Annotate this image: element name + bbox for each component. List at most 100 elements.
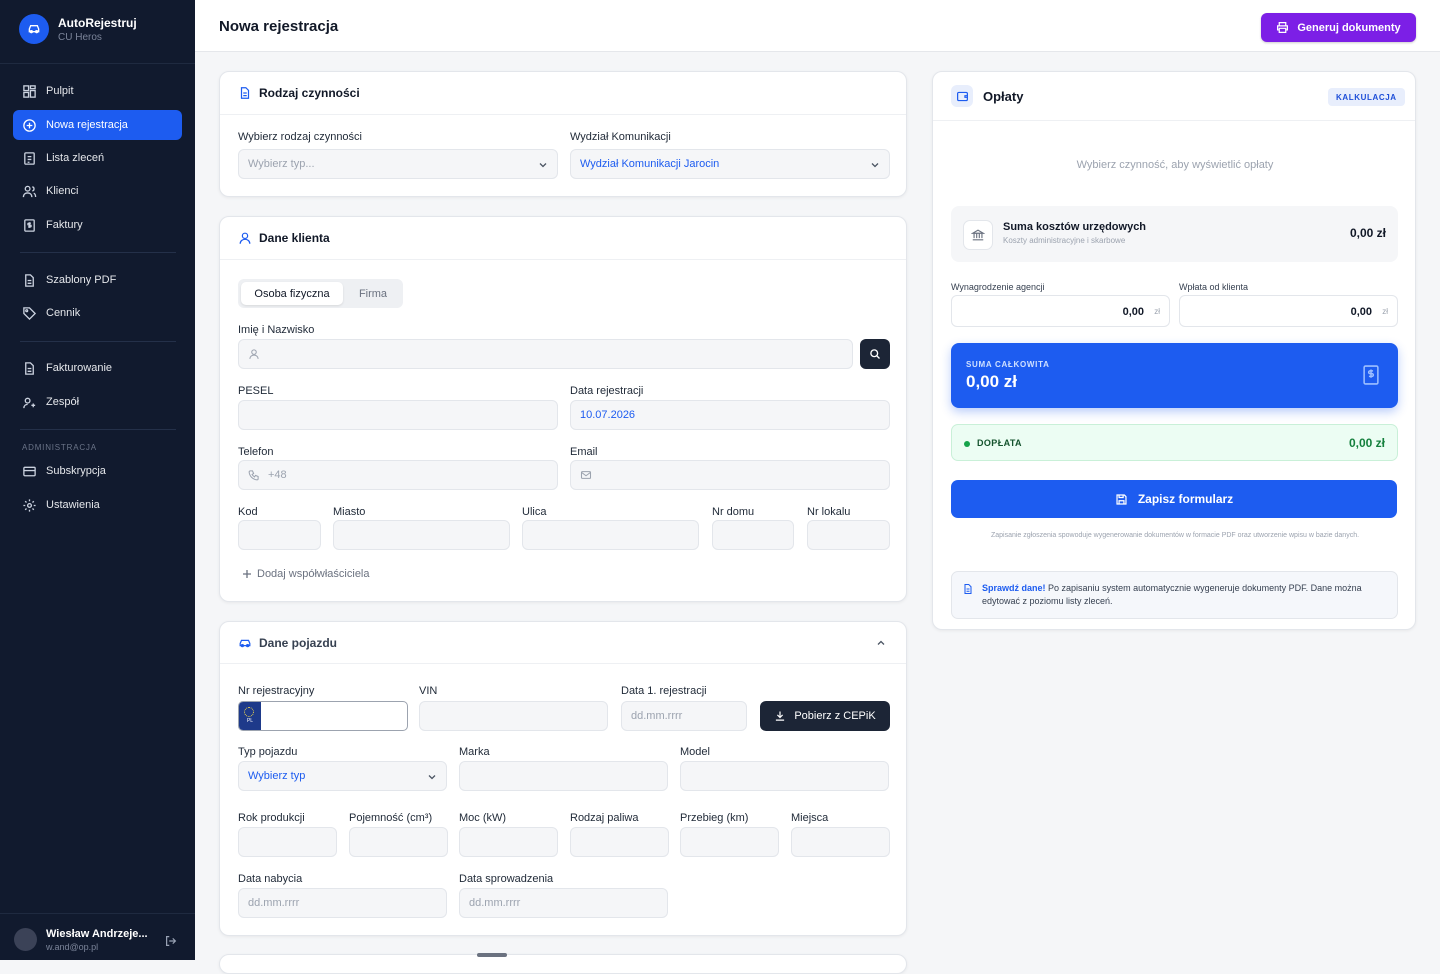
acquired-placeholder: dd.mm.rrrr xyxy=(248,897,300,909)
reg-date-field[interactable]: 10.07.2026 xyxy=(570,400,890,430)
fees-card: Opłaty KALKULACJA Wybierz czynność, aby … xyxy=(932,71,1416,630)
fuel-field[interactable] xyxy=(570,827,669,857)
sidebar-item-label: Fakturowanie xyxy=(46,362,113,374)
user-icon xyxy=(249,349,259,359)
import-field[interactable]: dd.mm.rrrr xyxy=(459,888,668,918)
info-title: Sprawdź dane! xyxy=(982,583,1046,593)
document-icon xyxy=(240,87,250,99)
model-field[interactable] xyxy=(680,761,889,791)
flat-label: Nr lokalu xyxy=(807,506,851,518)
car-icon xyxy=(239,639,251,647)
sidebar-item-faktury[interactable]: Faktury xyxy=(13,210,182,240)
phone-placeholder: +48 xyxy=(268,469,287,481)
tab-osoba-fizyczna[interactable]: Osoba fizyczna xyxy=(241,282,343,305)
pesel-field[interactable] xyxy=(238,400,558,430)
sidebar-item-subskrypcja[interactable]: Subskrypcja xyxy=(13,456,182,486)
sidebar-item-zespol[interactable]: Zespół xyxy=(13,387,182,417)
phone-field[interactable]: +48 xyxy=(238,460,558,490)
sidebar-item-ustawienia[interactable]: Ustawienia xyxy=(13,490,182,520)
bank-icon xyxy=(963,220,993,250)
office-label: Wydział Komunikacji xyxy=(570,131,671,143)
sidebar-item-nowa-rejestracja[interactable]: Nowa rejestracja xyxy=(13,110,182,140)
reg-no-label: Nr rejestracyjny xyxy=(238,685,315,697)
mileage-field[interactable] xyxy=(680,827,779,857)
info-text-block: Sprawdź dane! Po zapisaniu system automa… xyxy=(982,582,1387,608)
client-type-toggle: Osoba fizyczna Firma xyxy=(238,279,403,308)
vehicle-card: Dane pojazdu Nr rejestracyjny PL VIN Dat… xyxy=(219,621,907,936)
client-card: Dane klienta Osoba fizyczna Firma Imię i… xyxy=(219,216,907,602)
power-field[interactable] xyxy=(459,827,558,857)
sidebar-item-lista-zlecen[interactable]: Lista zleceń xyxy=(13,143,182,173)
wallet-icon xyxy=(951,85,973,107)
vehicle-card-header[interactable]: Dane pojazdu xyxy=(220,622,906,664)
mail-icon xyxy=(580,471,592,479)
client-card-header: Dane klienta xyxy=(220,217,906,260)
flat-field[interactable] xyxy=(807,520,890,550)
city-field[interactable] xyxy=(333,520,510,550)
receipt-icon xyxy=(1363,365,1379,385)
save-note: Zapisanie zgłoszenia spowoduje wygenerow… xyxy=(990,532,1360,539)
add-coowner-label: Dodaj współwłaściciela xyxy=(257,568,370,580)
plus-icon xyxy=(243,570,251,578)
gear-icon xyxy=(23,498,36,512)
official-costs-box: Suma kosztów urzędowych Koszty administr… xyxy=(951,206,1398,262)
search-client-button[interactable] xyxy=(860,339,890,369)
vehicle-type-select[interactable]: Wybierz typ xyxy=(238,761,447,791)
next-card-edge xyxy=(219,954,907,974)
first-reg-field[interactable]: dd.mm.rrrr xyxy=(621,701,747,731)
office-value: Wydział Komunikacji Jarocin xyxy=(580,158,720,170)
postcode-field[interactable] xyxy=(238,520,321,550)
add-coowner-button[interactable]: Dodaj współwłaściciela xyxy=(242,568,370,580)
fees-card-title: Opłaty xyxy=(983,88,1024,104)
seats-field[interactable] xyxy=(791,827,890,857)
phone-icon xyxy=(248,470,259,481)
model-label: Model xyxy=(680,746,710,758)
year-label: Rok produkcji xyxy=(238,812,305,824)
agency-fee-label: Wynagrodzenie agencji xyxy=(951,282,1045,292)
agency-fee-field[interactable]: 0,00 zł xyxy=(951,295,1170,327)
vehicle-type-value: Wybierz typ xyxy=(248,770,306,782)
generate-documents-button[interactable]: Generuj dokumenty xyxy=(1261,13,1416,42)
house-field[interactable] xyxy=(712,520,794,550)
street-field[interactable] xyxy=(522,520,699,550)
printer-icon xyxy=(1277,22,1289,33)
cepik-fetch-button[interactable]: Pobierz z CEPiK xyxy=(760,701,890,731)
total-sum-label: SUMA CAŁKOWITA xyxy=(966,360,1050,369)
sidebar-item-cennik[interactable]: Cennik xyxy=(13,298,182,328)
capacity-field[interactable] xyxy=(349,827,448,857)
year-field[interactable] xyxy=(238,827,337,857)
client-payment-field[interactable]: 0,00 zł xyxy=(1179,295,1398,327)
activity-card: Rodzaj czynności Wybierz rodzaj czynnośc… xyxy=(219,71,907,197)
vin-field[interactable] xyxy=(419,701,608,731)
sidebar-item-fakturowanie[interactable]: Fakturowanie xyxy=(13,353,182,383)
logout-icon[interactable] xyxy=(164,934,178,948)
office-select[interactable]: Wydział Komunikacji Jarocin xyxy=(570,149,890,179)
chevron-down-icon xyxy=(539,163,547,168)
tab-firma[interactable]: Firma xyxy=(346,282,400,305)
chevron-up-icon[interactable] xyxy=(876,638,886,648)
scroll-handle[interactable] xyxy=(477,953,507,957)
sidebar-item-klienci[interactable]: Klienci xyxy=(13,176,182,206)
vehicle-card-title: Dane pojazdu xyxy=(259,635,338,650)
save-form-label: Zapisz formularz xyxy=(1137,492,1234,506)
total-sum-value: 0,00 zł xyxy=(966,372,1018,391)
name-field[interactable] xyxy=(238,339,853,369)
seats-label: Miejsca xyxy=(791,812,829,824)
acquired-field[interactable]: dd.mm.rrrr xyxy=(238,888,447,918)
divider xyxy=(20,252,176,253)
official-costs-subtitle: Koszty administracyjne i skarbowe xyxy=(1003,236,1126,245)
cepik-fetch-label: Pobierz z CEPiK xyxy=(794,710,876,722)
file-icon xyxy=(25,273,34,287)
sidebar-item-pulpit[interactable]: Pulpit xyxy=(13,76,182,106)
sidebar-item-szablony-pdf[interactable]: Szablony PDF xyxy=(13,265,182,295)
sidebar-item-label: Ustawienia xyxy=(46,499,100,511)
email-field[interactable] xyxy=(570,460,890,490)
brand-field[interactable] xyxy=(459,761,668,791)
reg-no-field[interactable]: PL xyxy=(238,701,408,731)
plate-country: PL xyxy=(246,718,254,724)
extra-payment-box: DOPŁATA 0,00 zł xyxy=(951,424,1398,461)
total-sum-box: SUMA CAŁKOWITA 0,00 zł xyxy=(951,343,1398,408)
activity-type-select[interactable]: Wybierz typ... xyxy=(238,149,558,179)
save-form-button[interactable]: Zapisz formularz xyxy=(951,480,1397,518)
eu-flag-icon: PL xyxy=(239,702,261,730)
